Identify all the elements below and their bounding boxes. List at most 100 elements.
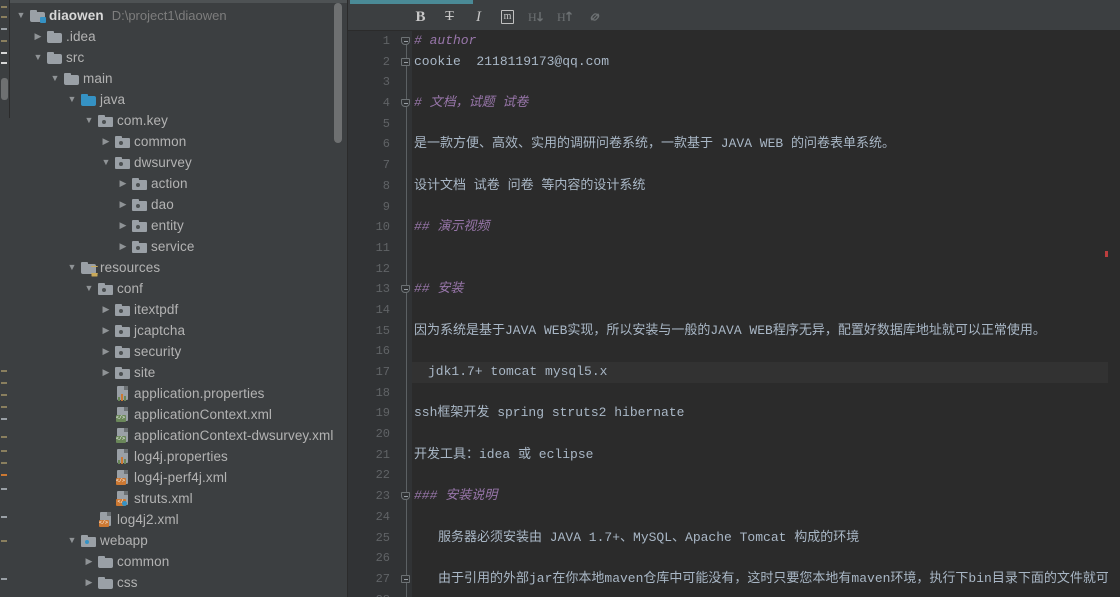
heading-down-icon[interactable]: H [522,5,551,29]
editor-line[interactable]: 23 ### 安装说明 [376,486,1120,507]
tree-row[interactable]: </> log4j2.xml [10,509,347,530]
editor-line[interactable]: 2 cookie 2118119173@qq.com [383,52,1120,73]
editor-line[interactable]: 26 [376,548,1120,569]
chevron-right-icon[interactable]: ▶ [99,326,113,335]
editor-line[interactable]: 8 设计文档 试卷 问卷 等内容的设计系统 [383,176,1120,197]
tree-row[interactable]: ▼ resources [10,257,347,278]
bold-icon[interactable]: B [406,5,435,29]
tree-row[interactable]: ▶ jcaptcha [10,320,347,341]
tree-row[interactable]: log4j.properties [10,446,347,467]
tree-row[interactable]: ▶ service [10,236,347,257]
tree-row[interactable]: ▼ webapp [10,530,347,551]
heading-up-icon[interactable]: H [551,5,580,29]
chevron-right-icon[interactable]: ▶ [31,32,45,41]
tree-row[interactable]: ▶ entity [10,215,347,236]
editor-line[interactable]: 10 ## 演示视频 [376,217,1120,238]
chevron-right-icon[interactable]: ▶ [99,137,113,146]
editor-line[interactable]: 21 开发工具：idea 或 eclipse [376,445,1120,466]
editor-line[interactable]: 3 [383,72,1120,93]
chevron-down-icon[interactable]: ▼ [48,74,62,83]
fold-region-start-icon[interactable] [400,98,411,109]
project-tree-scrollbar[interactable] [334,3,342,143]
chevron-down-icon[interactable]: ▼ [99,158,113,167]
editor-line[interactable]: 1 # author [383,31,1120,52]
code-lines[interactable]: 1 # author 2 cookie 2118119173@qq.com 3 4 # 文档… [376,31,1120,597]
tree-row[interactable]: ▼ main [10,68,347,89]
tree-row[interactable]: ▶ itextpdf [10,299,347,320]
editor-line[interactable]: 27 由于引用的外部jar在你本地maven仓库中可能没有，这时只要您本地有mav… [376,569,1120,590]
fold-region-start-icon[interactable] [400,284,411,295]
tree-row[interactable]: </> applicationContext.xml [10,404,347,425]
editor-line[interactable]: 12 [376,259,1120,280]
fold-region-end-icon[interactable] [400,57,411,68]
chevron-right-icon[interactable]: ▶ [116,179,130,188]
project-tool-window[interactable]: ▼ diaowen D:\project1\diaowen ▶ .idea ▼ src ▼ ma… [10,0,348,597]
editor-line[interactable]: 14 [376,300,1120,321]
tree-row[interactable]: </struts.xml [10,488,347,509]
chevron-right-icon[interactable]: ▶ [116,242,130,251]
markdown-toolbar[interactable]: BTImHH [348,4,1120,31]
editor-line[interactable]: 9 [383,197,1120,218]
tree-row[interactable]: ▶ security [10,341,347,362]
tree-row[interactable]: ▼ src [10,47,347,68]
italic-icon[interactable]: I [464,5,493,29]
error-stripe-marker[interactable] [1105,251,1108,257]
chevron-right-icon[interactable]: ▶ [99,347,113,356]
chevron-down-icon[interactable]: ▼ [14,11,28,20]
chevron-right-icon[interactable]: ▶ [99,368,113,377]
tree-row[interactable]: ▶ common [10,131,347,152]
tree-row[interactable]: ▶ css [10,572,347,593]
tree-row[interactable]: ▶ common [10,551,347,572]
tree-row[interactable]: ▼ dwsurvey [10,152,347,173]
chevron-right-icon[interactable]: ▶ [116,221,130,230]
tree-row[interactable]: ▼ com.key [10,110,347,131]
tree-row[interactable]: application.properties [10,383,347,404]
chevron-down-icon[interactable]: ▼ [82,284,96,293]
editor-body[interactable]: 1 # author 2 cookie 2118119173@qq.com 3 4 # 文档… [348,31,1120,597]
chevron-right-icon[interactable]: ▶ [82,557,96,566]
editor-line[interactable]: 5 [383,114,1120,135]
tree-row[interactable]: ▶ .idea [10,26,347,47]
editor-line[interactable]: 28 [376,590,1120,597]
editor-line[interactable]: 20 [376,424,1120,445]
chevron-right-icon[interactable]: ▶ [82,578,96,587]
chevron-right-icon[interactable]: ▶ [99,305,113,314]
strikethrough-icon[interactable]: T [435,5,464,29]
editor-tab-strip[interactable] [348,0,1120,4]
code-span-icon[interactable]: m [493,5,522,29]
editor-line[interactable]: 7 [383,155,1120,176]
chevron-down-icon[interactable]: ▼ [65,95,79,104]
tree-row[interactable]: ▶ dao [10,194,347,215]
editor-line[interactable]: 13 ## 安装 [376,279,1120,300]
editor-line[interactable]: 16 [376,341,1120,362]
editor-line[interactable]: 4 # 文档，试题 试卷 [383,93,1120,114]
chevron-right-icon[interactable]: ▶ [116,200,130,209]
fold-region-start-icon[interactable] [400,36,411,47]
editor-scrollbar[interactable] [1108,31,1120,597]
editor-line[interactable]: 15 因为系统是基于JAVA WEB实现，所以安装与一般的JAVA WEB程序无异… [376,321,1120,342]
tree-row-root[interactable]: ▼ diaowen D:\project1\diaowen [10,5,347,26]
fold-region-end-icon[interactable] [400,574,411,585]
tree-row[interactable]: </> log4j-perf4j.xml [10,467,347,488]
editor-line[interactable]: 6 是一款方便、高效、实用的调研问卷系统，一款基于 JAVA WEB 的问卷表单系… [383,134,1120,155]
tree-row[interactable]: </> applicationContext-dwsurvey.xml [10,425,347,446]
editor-line[interactable]: 18 [376,383,1120,404]
tree-row[interactable]: ▼ java [10,89,347,110]
tree-row[interactable]: ▶ site [10,362,347,383]
editor-line[interactable]: 22 [376,465,1120,486]
tree-row[interactable]: ▼ conf [10,278,347,299]
chevron-down-icon[interactable]: ▼ [65,536,79,545]
left-tool-window-sliver[interactable] [0,0,10,597]
chevron-down-icon[interactable]: ▼ [31,53,45,62]
editor-line[interactable]: 11 [376,238,1120,259]
chevron-down-icon[interactable]: ▼ [82,116,96,125]
editor-line[interactable]: 19 ssh框架开发 spring struts2 hibernate [376,403,1120,424]
editor-line[interactable]: 24 [376,507,1120,528]
editor-line[interactable]: 17 jdk1.7+ tomcat mysql5.x [376,362,1120,383]
link-icon[interactable] [580,5,609,29]
project-tree[interactable]: ▼ diaowen D:\project1\diaowen ▶ .idea ▼ src ▼ ma… [10,3,347,593]
chevron-down-icon[interactable]: ▼ [65,263,79,272]
tree-row[interactable]: ▶ action [10,173,347,194]
sliver-scrollbar[interactable] [1,78,8,100]
fold-region-start-icon[interactable] [400,491,411,502]
